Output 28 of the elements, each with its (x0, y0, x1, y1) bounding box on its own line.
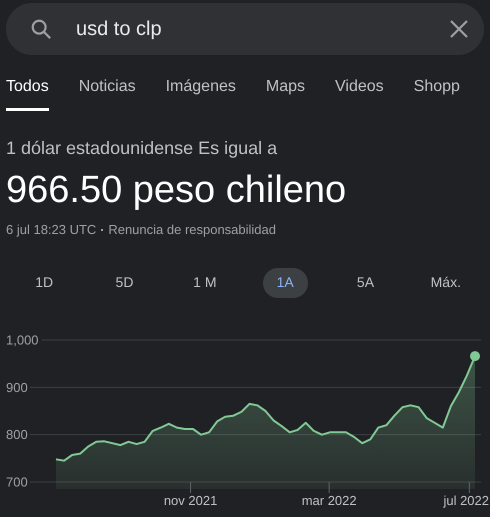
range-tab[interactable]: Máx. (416, 268, 475, 298)
close-icon[interactable] (450, 20, 468, 38)
conversion-result: 966.50 peso chileno (6, 168, 348, 213)
x-tick-label: jul 2022 (443, 492, 489, 508)
tab[interactable]: Maps (266, 75, 305, 111)
search-query: usd to clp (76, 17, 163, 42)
tab[interactable]: Shopp (414, 75, 460, 111)
tab[interactable]: Videos (335, 75, 384, 111)
y-tick-label: 900 (6, 379, 28, 394)
search-field[interactable]: usd to clp (6, 3, 484, 55)
search-icon (30, 18, 52, 40)
tab[interactable]: Todos (6, 75, 49, 111)
range-tab[interactable]: 5A (342, 268, 388, 298)
tab[interactable]: Noticias (78, 75, 136, 111)
range-tab[interactable]: 1D (21, 268, 68, 298)
y-tick-label: 1,000 (6, 332, 39, 347)
tab[interactable]: Imágenes (166, 75, 236, 111)
range-tab[interactable]: 1 M (179, 268, 230, 298)
x-tick-label: mar 2022 (302, 492, 357, 508)
range-tab[interactable]: 1A (262, 268, 308, 298)
disclaimer-link[interactable]: Renuncia de responsabilidad (108, 220, 276, 240)
timestamp: 6 jul 18:23 UTC (6, 221, 96, 239)
y-tick-label: 800 (6, 426, 28, 442)
y-tick-label: 700 (6, 474, 28, 489)
x-tick-label: nov 2021 (164, 492, 218, 508)
conversion-label: 1 dólar estadounidense Es igual a (6, 137, 278, 160)
range-tab[interactable]: 5D (102, 268, 148, 298)
current-point (470, 350, 480, 361)
